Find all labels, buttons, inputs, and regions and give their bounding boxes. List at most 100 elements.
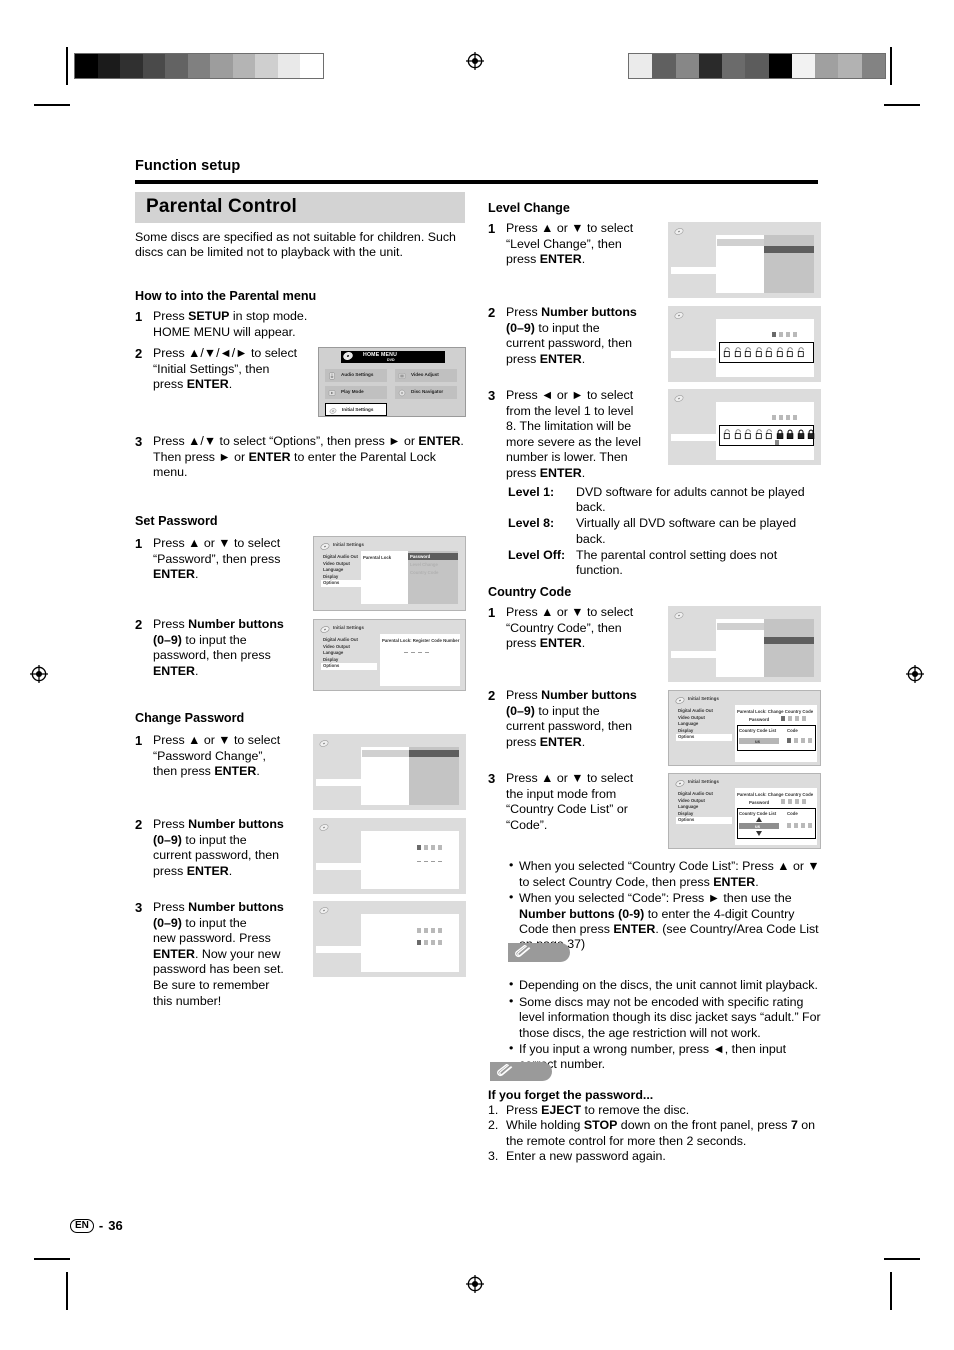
scroll-up-arrow-icon[interactable] bbox=[756, 817, 762, 822]
step-country-code-3: 3 Press ▲ or ▼ to select the input mode f… bbox=[488, 771, 668, 833]
section-banner: Parental Control bbox=[135, 192, 465, 223]
scroll-down-arrow-icon[interactable] bbox=[756, 831, 762, 836]
step-set-password-2: 2 Press Number buttons (0–9) to input the… bbox=[135, 617, 315, 679]
monitor-icon bbox=[398, 372, 406, 379]
menu-item-options[interactable]: Options bbox=[676, 817, 732, 824]
definition-desc: The parental control setting does not fu… bbox=[576, 547, 778, 578]
open-lock-icon[interactable] bbox=[744, 347, 753, 358]
crop-mark-left-upper bbox=[34, 104, 70, 106]
open-lock-icon[interactable] bbox=[786, 347, 795, 358]
menu-item-language[interactable]: Language bbox=[321, 650, 377, 657]
submenu-panel bbox=[764, 619, 814, 677]
open-lock-icon[interactable] bbox=[755, 429, 764, 440]
running-head: Function setup bbox=[135, 158, 241, 174]
paperclip-icon bbox=[497, 1064, 513, 1077]
menu-item-language[interactable]: Language bbox=[676, 721, 732, 728]
home-menu-tile-audio-settings[interactable]: Audio Settings bbox=[325, 369, 387, 382]
step-text: Press ▲ or ▼ to select “Country Code”, th… bbox=[506, 605, 634, 651]
step-change-password-3: 3 Press Number buttons (0–9) to input the… bbox=[135, 900, 315, 1009]
manual-page: Function setup Parental Control Some dis… bbox=[0, 0, 954, 1350]
submenu-item-password[interactable]: Password bbox=[410, 554, 430, 560]
register-code-title: Parental Lock: Register Code Number bbox=[382, 638, 460, 643]
step-country-code-2: 2 Press Number buttons (0–9) to input the… bbox=[488, 688, 668, 750]
menu-item-video-output[interactable]: Video Output bbox=[676, 715, 732, 722]
password-digits[interactable] bbox=[772, 332, 797, 337]
menu-item-display[interactable]: Display bbox=[321, 657, 377, 664]
closed-lock-icon[interactable] bbox=[786, 429, 795, 440]
step-number: 1 bbox=[488, 605, 496, 620]
initial-settings-menu[interactable]: Digital Audio Out Video Output Language … bbox=[676, 791, 732, 824]
step-text: Press ▲ or ▼ to select “Password Change”,… bbox=[153, 733, 281, 779]
submenu-item-country-code[interactable]: Country Code bbox=[410, 570, 438, 576]
paperclip-icon bbox=[515, 945, 531, 958]
registration-target-icon-right bbox=[906, 665, 924, 683]
open-lock-icon[interactable] bbox=[723, 429, 732, 440]
closed-lock-icon[interactable] bbox=[776, 429, 785, 440]
step-number: 1 bbox=[135, 309, 143, 324]
menu-item-video-output[interactable]: Video Output bbox=[321, 644, 377, 651]
initial-settings-menu[interactable]: Digital Audio Out Video Output Language … bbox=[321, 637, 377, 670]
country-code-digits[interactable] bbox=[787, 738, 812, 743]
definition-term: Level 1: bbox=[508, 485, 555, 499]
home-menu-tile-video-adjust[interactable]: Video Adjust bbox=[395, 369, 457, 382]
new-password-digits[interactable] bbox=[417, 940, 442, 945]
disc-icon bbox=[319, 740, 329, 747]
menu-item-video-output[interactable]: Video Output bbox=[676, 798, 732, 805]
current-password-digits[interactable] bbox=[417, 845, 442, 850]
submenu-item-level-change[interactable]: Level Change bbox=[410, 562, 438, 568]
menu-item-digital-audio-out[interactable]: Digital Audio Out bbox=[676, 791, 732, 798]
open-lock-icon[interactable] bbox=[755, 347, 764, 358]
heading-change-password: Change Password bbox=[135, 711, 245, 725]
menu-item-digital-audio-out[interactable]: Digital Audio Out bbox=[321, 637, 377, 644]
password-digits[interactable] bbox=[781, 716, 806, 721]
password-digits[interactable] bbox=[781, 799, 806, 804]
home-menu-tile-initial-settings[interactable]: Initial Settings bbox=[325, 403, 387, 416]
language-badge: EN bbox=[70, 1218, 94, 1233]
step-text: Press ▲/▼/◄/► to select “Initial Settings… bbox=[153, 346, 298, 392]
step-text: Press Number buttons (0–9) to input the cu… bbox=[506, 688, 637, 749]
open-lock-icon[interactable] bbox=[765, 347, 774, 358]
item-text: Press EJECT to remove the disc. bbox=[506, 1103, 690, 1117]
open-lock-icon[interactable] bbox=[776, 347, 785, 358]
step-number: 3 bbox=[135, 900, 143, 915]
submenu-row bbox=[717, 623, 764, 630]
menu-item-language[interactable]: Language bbox=[676, 804, 732, 811]
open-lock-icon[interactable] bbox=[734, 429, 743, 440]
heading-country-code: Country Code bbox=[488, 585, 572, 599]
closed-lock-icon[interactable] bbox=[807, 429, 816, 440]
menu-item-display[interactable]: Display bbox=[676, 728, 732, 735]
home-menu-tile-disc-navigator[interactable]: Disc Navigator bbox=[395, 386, 457, 399]
heading-level-change: Level Change bbox=[488, 201, 570, 215]
country-code-digits[interactable] bbox=[787, 823, 812, 828]
open-lock-icon[interactable] bbox=[765, 429, 774, 440]
level-lock-row-mixed[interactable] bbox=[723, 429, 816, 440]
page-separator: - bbox=[98, 1218, 104, 1233]
level-lock-row-open[interactable] bbox=[723, 347, 806, 358]
code-label: Code bbox=[787, 728, 798, 733]
code-digit-field[interactable] bbox=[404, 648, 429, 653]
menu-item-display[interactable]: Display bbox=[676, 811, 732, 818]
menu-item-options[interactable]: Options bbox=[321, 663, 377, 670]
menu-item-options[interactable]: Options bbox=[676, 734, 732, 741]
new-password-digits[interactable] bbox=[417, 857, 442, 862]
page-title: Parental Control bbox=[146, 196, 297, 217]
menu-item-digital-audio-out[interactable]: Digital Audio Out bbox=[676, 708, 732, 715]
open-lock-icon[interactable] bbox=[734, 347, 743, 358]
disc-icon bbox=[398, 389, 406, 396]
initial-settings-menu[interactable]: Digital Audio Out Video Output Language … bbox=[676, 708, 732, 741]
disc-icon bbox=[343, 351, 353, 360]
current-password-digits[interactable] bbox=[417, 928, 442, 933]
intro-paragraph: Some discs are specified as not suitable… bbox=[135, 230, 456, 260]
home-menu-tile-play-mode[interactable]: Play Mode bbox=[325, 386, 387, 399]
open-lock-icon[interactable] bbox=[797, 347, 806, 358]
step-number: 2 bbox=[488, 305, 496, 320]
open-lock-icon[interactable] bbox=[744, 429, 753, 440]
tile-label: Audio Settings bbox=[341, 372, 374, 378]
menu-selected-row bbox=[671, 434, 716, 441]
registration-target-icon-bottom bbox=[466, 1275, 484, 1293]
open-lock-icon[interactable] bbox=[723, 347, 732, 358]
screen-window-label: Initial Settings bbox=[333, 541, 364, 547]
password-digits[interactable] bbox=[772, 415, 797, 420]
closed-lock-icon[interactable] bbox=[797, 429, 806, 440]
step-how-to-3: 3 Press ▲/▼ to select “Options”, then pr… bbox=[135, 434, 470, 481]
